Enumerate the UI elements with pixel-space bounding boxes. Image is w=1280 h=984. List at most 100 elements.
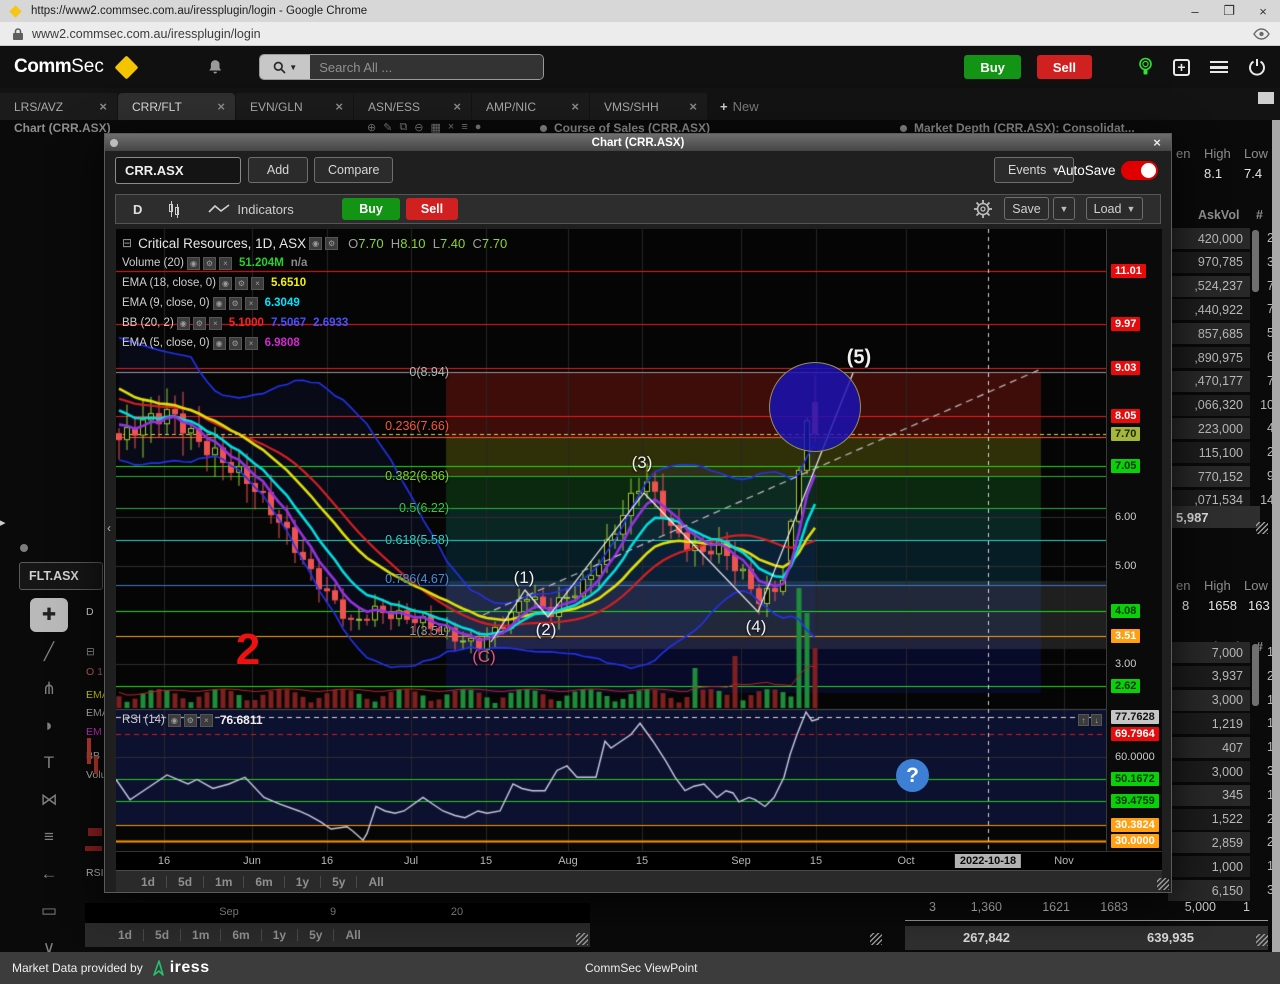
tabs-overflow-indicator[interactable] [1258, 92, 1274, 104]
nav-sell-button[interactable]: Sell [1037, 55, 1092, 79]
tab-evn-gln[interactable]: EVN/GLN× [236, 93, 353, 120]
nav-buy-button[interactable]: Buy [964, 55, 1021, 79]
compare-button[interactable]: Compare [314, 157, 393, 183]
range-6m[interactable]: 6m [244, 876, 284, 888]
gear-icon[interactable]: ⚙ [184, 714, 197, 727]
range-1m[interactable]: 1m [204, 876, 244, 888]
depth-row[interactable]: 345 [1168, 785, 1250, 806]
close-button[interactable]: × [1246, 0, 1280, 22]
close-icon[interactable]: × [245, 337, 258, 350]
rsi-pane-buttons[interactable]: ↑↓ [1078, 714, 1102, 726]
dialog-titlebar[interactable]: Chart (CRR.ASX) [105, 134, 1171, 151]
notifications-bell-icon[interactable] [207, 57, 223, 77]
close-icon[interactable]: × [219, 257, 232, 270]
flt-symbol-input[interactable]: FLT.ASX [19, 562, 103, 590]
ideas-bulb-icon[interactable] [1138, 57, 1153, 77]
range-5y[interactable]: 5y [321, 876, 357, 888]
depth-row[interactable]: ,066,320 [1168, 395, 1250, 416]
depth-row[interactable]: 223,000 [1168, 418, 1250, 439]
url-bar[interactable]: www2.commsec.com.au/iressplugin/login [0, 22, 1280, 46]
range-1y[interactable]: 1y [285, 876, 321, 888]
settings-gear-icon[interactable] [973, 199, 993, 219]
chart-buy-button[interactable]: Buy [342, 198, 400, 220]
crosshair-tool-icon[interactable]: ✚ [30, 598, 68, 632]
depth-row[interactable]: 1,522 [1168, 809, 1250, 830]
depth-row[interactable]: 2,859 [1168, 832, 1250, 853]
ruler-tool-icon[interactable]: ▭ [30, 894, 68, 928]
interval-button[interactable]: D [133, 202, 142, 217]
range-all[interactable]: All [357, 876, 394, 888]
gann-tool-tool-icon[interactable]: ≡ [30, 820, 68, 854]
collapse-legend-icon[interactable]: ⊟ [122, 236, 132, 250]
trend-line-tool-icon[interactable]: ╱ [30, 635, 68, 669]
maximize-button[interactable]: ❐ [1212, 0, 1246, 22]
resize-handle[interactable] [1256, 934, 1268, 946]
depth-row[interactable]: 970,785 [1168, 252, 1250, 273]
power-icon[interactable] [1248, 58, 1266, 76]
depth-row[interactable]: 407 [1168, 737, 1250, 758]
depth-scrollbar[interactable] [1252, 644, 1259, 706]
dialog-close-icon[interactable]: × [1148, 135, 1166, 150]
sidebar-collapse-handle[interactable]: ▸ [0, 516, 6, 529]
visibility-icon[interactable]: ◉ [309, 237, 322, 250]
search-box[interactable]: ▼ Search All ... [259, 54, 544, 80]
tab-close-icon[interactable]: × [217, 99, 225, 114]
tab-vms-shh[interactable]: VMS/SHH× [590, 93, 707, 120]
search-input[interactable]: Search All ... [310, 55, 543, 79]
resize-handle[interactable] [870, 933, 882, 945]
right-scroll-gutter[interactable] [1272, 120, 1280, 952]
price-axis[interactable]: 11.019.979.038.057.707.056.005.004.083.5… [1106, 229, 1162, 851]
visibility-icon[interactable]: ◉ [213, 337, 226, 350]
depth-row[interactable]: 857,685 [1168, 323, 1250, 344]
time-axis[interactable]: 16Jun16Jul15Aug15Sep15Oct2022-10-18Nov [116, 851, 1162, 870]
visibility-icon[interactable]: ◉ [168, 714, 181, 727]
gear-icon[interactable]: ⚙ [193, 317, 206, 330]
indicators-button[interactable]: Indicators [237, 202, 293, 217]
chart-plot-area[interactable]: ? (1)(2)(3)(4)(5)(C)20(8.94)0.236(7.66)0… [116, 229, 1106, 851]
xabcd-pattern-tool-icon[interactable]: ⋈ [30, 783, 68, 817]
tab-close-icon[interactable]: × [571, 99, 579, 114]
close-icon[interactable]: × [251, 277, 264, 290]
tab-amp-nic[interactable]: AMP/NIC× [472, 93, 589, 120]
visibility-icon[interactable]: ◉ [177, 317, 190, 330]
indicators-icon[interactable] [208, 203, 230, 215]
tab-asn-ess[interactable]: ASN/ESS× [354, 93, 471, 120]
tab-close-icon[interactable]: × [453, 99, 461, 114]
gear-icon[interactable]: ⚙ [325, 237, 338, 250]
range-6m[interactable]: 6m [221, 929, 261, 941]
autosave-toggle[interactable] [1121, 161, 1158, 180]
new-tab-button[interactable]: +New [708, 93, 771, 120]
close-icon[interactable]: × [200, 714, 213, 727]
depth-row[interactable]: 3,937 [1168, 666, 1250, 687]
tab-crr-flt[interactable]: CRR/FLT× [118, 93, 235, 120]
tab-lrs-avz[interactable]: LRS/AVZ× [0, 93, 117, 120]
depth-row[interactable]: ,890,975 [1168, 347, 1250, 368]
tab-close-icon[interactable]: × [99, 99, 107, 114]
symbol-input[interactable]: CRR.ASX [115, 157, 241, 184]
add-button[interactable]: Add [248, 157, 308, 183]
commsec-logo[interactable]: CommSec [14, 56, 135, 78]
save-button[interactable]: Save [1004, 197, 1049, 220]
depth-row[interactable]: 1,219 [1168, 713, 1250, 734]
chart-panel-header[interactable]: Chart (CRR.ASX) [14, 121, 111, 135]
visibility-icon[interactable]: ◉ [187, 257, 200, 270]
arrow-left-tool-icon[interactable]: ← [30, 857, 68, 891]
selected-date-label[interactable]: 2022-10-18 [955, 854, 1021, 868]
save-dropdown-icon[interactable]: ▼ [1053, 197, 1075, 220]
load-dropdown[interactable]: Load▼ [1086, 197, 1143, 220]
pane-collapse-icon[interactable]: ‹ [107, 521, 111, 535]
dialog-resize-handle[interactable] [1157, 878, 1169, 890]
visibility-icon[interactable]: ◉ [213, 297, 226, 310]
visibility-icon[interactable]: ◉ [219, 277, 232, 290]
depth-row[interactable]: ,524,237 [1168, 276, 1250, 297]
range-1m[interactable]: 1m [181, 929, 221, 941]
range-1y[interactable]: 1y [262, 929, 298, 941]
depth-row[interactable]: 7,000 [1168, 642, 1250, 663]
depth-row[interactable]: 420,000 [1168, 228, 1250, 249]
close-icon[interactable]: × [209, 317, 222, 330]
text-tool-tool-icon[interactable]: T [30, 746, 68, 780]
depth-row[interactable]: 115,100 [1168, 442, 1250, 463]
tab-close-icon[interactable]: × [335, 99, 343, 114]
range-1d[interactable]: 1d [107, 929, 144, 941]
depth-row[interactable]: 3,000 [1168, 761, 1250, 782]
